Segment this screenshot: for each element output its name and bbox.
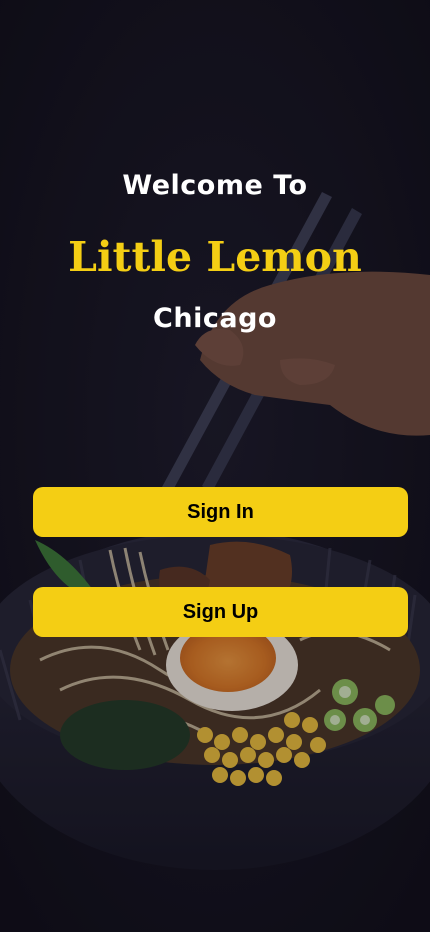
background-dim-overlay [0,0,430,932]
welcome-heading: Welcome To [122,170,308,201]
brand-title: Little Lemon [68,233,362,281]
welcome-screen: Welcome To Little Lemon Chicago Sign In … [0,0,430,932]
sign-up-button[interactable]: Sign Up [33,587,408,637]
sign-in-button[interactable]: Sign In [33,487,408,537]
city-subtitle: Chicago [153,303,277,334]
